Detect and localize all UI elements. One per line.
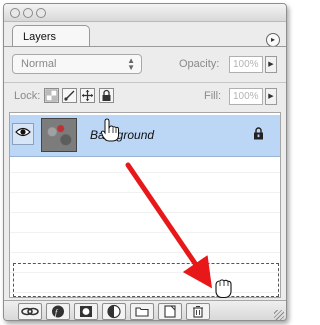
eye-icon	[15, 127, 31, 137]
tab-layers[interactable]: Layers	[12, 25, 90, 47]
zoom-window-button[interactable]	[36, 8, 46, 18]
layers-palette: Layers ▸ Normal ▲ ▼ Opacity: 100% ▶ Lock:	[3, 3, 287, 321]
select-arrows-icon: ▲ ▼	[127, 56, 135, 72]
visibility-toggle[interactable]	[12, 123, 34, 145]
trash-icon	[193, 305, 203, 318]
opacity-slider-button[interactable]: ▶	[265, 56, 277, 73]
opacity-field[interactable]: 100%	[229, 56, 263, 73]
layer-row-background[interactable]: Background	[10, 115, 280, 157]
lock-icon	[253, 127, 264, 143]
adjustment-icon	[107, 304, 121, 319]
checker-icon	[45, 89, 58, 102]
drag-target-outline	[13, 263, 279, 297]
lock-image-pixels-button[interactable]	[62, 88, 77, 103]
minimize-window-button[interactable]	[23, 8, 33, 18]
adjustment-layer-button[interactable]	[102, 303, 126, 320]
title-bar[interactable]	[4, 4, 286, 22]
lock-row: Lock: Fill: 100% ▶	[4, 82, 286, 108]
tab-divider	[4, 46, 286, 47]
padlock-icon	[102, 89, 111, 101]
folder-icon	[135, 307, 149, 317]
lock-transparent-pixels-button[interactable]	[44, 88, 59, 103]
brush-icon	[64, 90, 75, 101]
link-layers-button[interactable]	[18, 303, 42, 320]
palette-menu-icon: ▸	[270, 35, 275, 44]
move-icon	[82, 90, 93, 101]
lock-all-button[interactable]	[99, 88, 114, 103]
layer-name[interactable]: Background	[90, 128, 154, 142]
delete-layer-button[interactable]	[186, 303, 210, 320]
lock-position-button[interactable]	[80, 88, 95, 103]
new-group-button[interactable]	[130, 303, 154, 320]
layer-style-button[interactable]: f	[46, 303, 70, 320]
layers-bottom-bar: f	[4, 300, 286, 320]
close-window-button[interactable]	[10, 8, 20, 18]
fill-slider-button[interactable]: ▶	[265, 88, 277, 105]
blend-mode-value: Normal	[21, 58, 57, 70]
add-mask-button[interactable]	[74, 303, 98, 320]
tab-row: Layers ▸	[4, 23, 286, 47]
lock-label: Lock:	[14, 90, 41, 102]
link-icon	[21, 307, 39, 316]
resize-grip[interactable]	[274, 310, 284, 320]
blend-mode-select[interactable]: Normal ▲ ▼	[12, 54, 142, 74]
fill-label: Fill:	[204, 90, 222, 102]
fx-icon: f	[52, 305, 64, 318]
new-layer-icon	[164, 305, 176, 318]
opacity-label: Opacity:	[179, 58, 220, 70]
palette-menu-button[interactable]: ▸	[266, 33, 280, 47]
mask-icon	[80, 306, 92, 317]
fill-field[interactable]: 100%	[229, 88, 263, 105]
blend-row: Normal ▲ ▼ Opacity: 100% ▶	[4, 51, 286, 79]
layer-thumbnail[interactable]	[41, 118, 77, 152]
new-layer-button[interactable]	[158, 303, 182, 320]
